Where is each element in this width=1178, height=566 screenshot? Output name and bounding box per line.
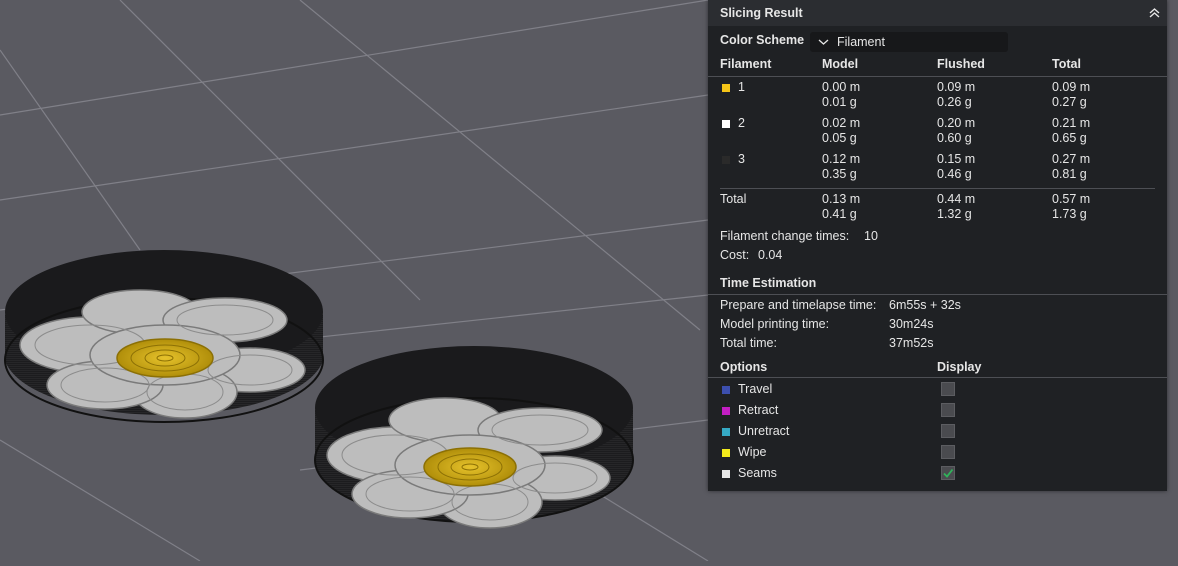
unretract-checkbox[interactable] bbox=[941, 424, 955, 438]
model-weight: 0.41 g bbox=[822, 207, 857, 221]
flushed-length: 0.44 m bbox=[937, 192, 976, 206]
divider bbox=[708, 294, 1167, 295]
model-weight: 0.35 g bbox=[822, 167, 857, 181]
col-header-filament: Filament bbox=[720, 57, 772, 71]
option-label: Retract bbox=[738, 403, 779, 417]
check-icon bbox=[942, 467, 954, 479]
flushed-weight: 0.26 g bbox=[937, 95, 972, 109]
model-length: 0.00 m bbox=[822, 80, 861, 94]
color-scheme-label: Color Scheme bbox=[720, 33, 805, 47]
model-right[interactable] bbox=[314, 346, 634, 529]
total-weight: 0.81 g bbox=[1052, 167, 1087, 181]
prepare-time-value: 6m55s + 32s bbox=[889, 298, 961, 312]
option-label: Seams bbox=[738, 466, 777, 480]
model-length: 0.12 m bbox=[822, 152, 861, 166]
total-length: 0.09 m bbox=[1052, 80, 1091, 94]
option-label: Unretract bbox=[738, 424, 790, 438]
travel-swatch bbox=[722, 386, 730, 394]
cost-label: Cost: bbox=[720, 248, 750, 262]
model-weight: 0.01 g bbox=[822, 95, 857, 109]
total-weight: 1.73 g bbox=[1052, 207, 1087, 221]
total-time-value: 37m52s bbox=[889, 336, 934, 350]
model-weight: 0.05 g bbox=[822, 131, 857, 145]
total-length: 0.57 m bbox=[1052, 192, 1091, 206]
total-length: 0.27 m bbox=[1052, 152, 1091, 166]
slicing-result-panel: Slicing Result Color Scheme Filament Fil… bbox=[708, 0, 1167, 491]
filament-3-swatch bbox=[722, 156, 730, 164]
color-scheme-dropdown[interactable]: Filament bbox=[810, 32, 1008, 52]
color-scheme-value: Filament bbox=[837, 35, 885, 49]
seams-swatch bbox=[722, 470, 730, 478]
wipe-checkbox[interactable] bbox=[941, 445, 955, 459]
prepare-time-label: Prepare and timelapse time: bbox=[720, 298, 877, 312]
options-title: Options bbox=[720, 360, 768, 374]
option-label: Travel bbox=[738, 382, 773, 396]
filament-change-value: 10 bbox=[864, 229, 878, 243]
col-header-total: Total bbox=[1052, 57, 1081, 71]
flushed-weight: 0.46 g bbox=[937, 167, 972, 181]
panel-title: Slicing Result bbox=[720, 6, 803, 20]
col-header-flushed: Flushed bbox=[937, 57, 985, 71]
filament-1-swatch bbox=[722, 84, 730, 92]
col-header-model: Model bbox=[822, 57, 859, 71]
model-length: 0.02 m bbox=[822, 116, 861, 130]
total-weight: 0.65 g bbox=[1052, 131, 1087, 145]
option-label: Wipe bbox=[738, 445, 767, 459]
total-label: Total bbox=[720, 192, 747, 206]
model-length: 0.13 m bbox=[822, 192, 861, 206]
filament-change-label: Filament change times: bbox=[720, 229, 850, 243]
filament-label: 2 bbox=[738, 116, 745, 130]
seams-checkbox[interactable] bbox=[941, 466, 955, 480]
travel-checkbox[interactable] bbox=[941, 382, 955, 396]
filament-label: 3 bbox=[738, 152, 745, 166]
filament-label: 1 bbox=[738, 80, 745, 94]
unretract-swatch bbox=[722, 428, 730, 436]
flushed-length: 0.09 m bbox=[937, 80, 976, 94]
time-estimation-title: Time Estimation bbox=[720, 276, 817, 290]
divider bbox=[720, 188, 1155, 189]
cost-value: 0.04 bbox=[758, 248, 783, 262]
model-left[interactable] bbox=[4, 250, 324, 423]
total-time-label: Total time: bbox=[720, 336, 777, 350]
total-length: 0.21 m bbox=[1052, 116, 1091, 130]
wipe-swatch bbox=[722, 449, 730, 457]
model-time-label: Model printing time: bbox=[720, 317, 830, 331]
model-time-value: 30m24s bbox=[889, 317, 934, 331]
divider bbox=[708, 377, 1167, 378]
flushed-weight: 0.60 g bbox=[937, 131, 972, 145]
retract-checkbox[interactable] bbox=[941, 403, 955, 417]
flushed-length: 0.20 m bbox=[937, 116, 976, 130]
divider bbox=[708, 76, 1167, 77]
filament-2-swatch bbox=[722, 120, 730, 128]
chevron-down-icon bbox=[818, 37, 829, 46]
retract-swatch bbox=[722, 407, 730, 415]
total-weight: 0.27 g bbox=[1052, 95, 1087, 109]
flushed-length: 0.15 m bbox=[937, 152, 976, 166]
display-title: Display bbox=[937, 360, 982, 374]
flushed-weight: 1.32 g bbox=[937, 207, 972, 221]
double-chevron-up-icon[interactable] bbox=[1148, 6, 1161, 19]
